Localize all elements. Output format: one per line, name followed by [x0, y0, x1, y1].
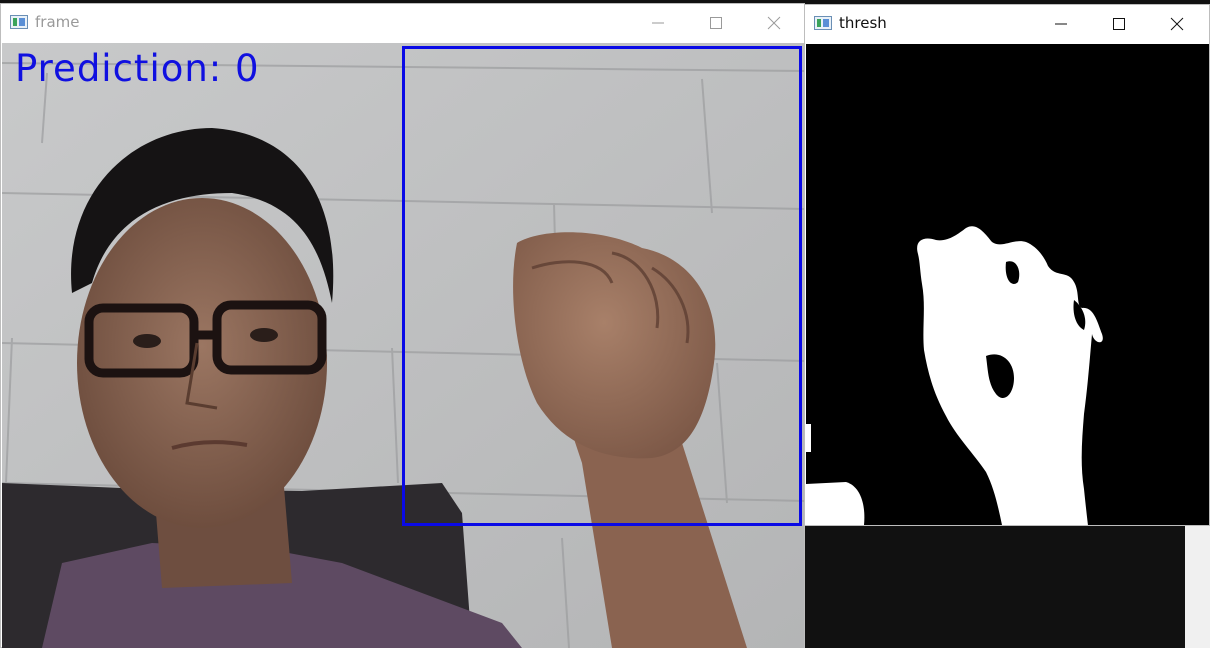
- hand-mask: [806, 44, 1209, 525]
- prediction-label: Prediction: 0: [15, 47, 260, 90]
- thresh-window-title: thresh: [839, 14, 887, 32]
- minimize-icon: [1055, 23, 1067, 25]
- close-icon: [767, 16, 781, 30]
- background-window-edge: [1185, 526, 1210, 648]
- maximize-button[interactable]: [687, 4, 745, 42]
- minimize-button[interactable]: [1032, 5, 1090, 43]
- minimize-button[interactable]: [629, 4, 687, 42]
- minimize-icon: [652, 22, 664, 24]
- thresh-window: thresh: [804, 4, 1210, 526]
- webcam-frame: Prediction: 0: [2, 43, 804, 648]
- close-icon: [1170, 17, 1184, 31]
- thresh-titlebar[interactable]: thresh: [805, 5, 1209, 43]
- close-button[interactable]: [1148, 5, 1206, 43]
- frame-window: frame Prediction: 0: [0, 3, 805, 648]
- frame-window-title: frame: [35, 13, 80, 31]
- maximize-icon: [710, 17, 722, 29]
- opencv-window-icon: [10, 15, 28, 29]
- opencv-window-icon: [814, 16, 832, 30]
- maximize-button[interactable]: [1090, 5, 1148, 43]
- frame-titlebar[interactable]: frame: [1, 4, 804, 42]
- maximize-icon: [1113, 18, 1125, 30]
- threshold-image: [806, 44, 1209, 525]
- close-button[interactable]: [745, 4, 803, 42]
- roi-bounding-box: [402, 46, 802, 526]
